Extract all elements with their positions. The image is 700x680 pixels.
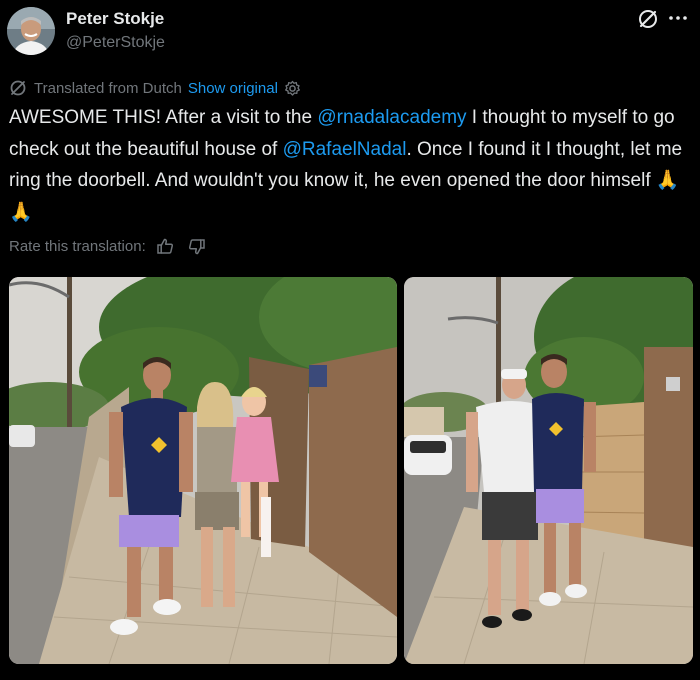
avatar[interactable] [7, 7, 55, 55]
rate-translation-label: Rate this translation: [9, 237, 146, 255]
rate-translation-bar: Rate this translation: [9, 235, 206, 257]
tweet-photo[interactable] [404, 277, 693, 664]
mention-link[interactable]: @RafaelNadal [283, 139, 407, 160]
translate-icon [9, 79, 27, 97]
tweet-header: Peter Stokje @PeterStokje [0, 0, 700, 70]
translation-bar: Translated from Dutch Show original [9, 78, 301, 98]
grok-icon[interactable] [637, 8, 659, 30]
translation-label: Translated from Dutch [34, 79, 182, 97]
tweet-text-part: AWESOME THIS! After a visit to the [9, 107, 318, 128]
mention-link[interactable]: @rnadalacademy [317, 107, 466, 128]
thumbs-down-icon[interactable] [187, 237, 206, 256]
thumbs-up-icon[interactable] [156, 237, 175, 256]
more-options-icon[interactable] [664, 8, 692, 30]
show-original-link[interactable]: Show original [188, 80, 278, 97]
tweet-photo[interactable] [9, 277, 397, 664]
settings-gear-icon[interactable] [284, 80, 301, 97]
display-name[interactable]: Peter Stokje [66, 9, 164, 29]
user-handle[interactable]: @PeterStokje [66, 34, 165, 52]
tweet-text: AWESOME THIS! After a visit to the @rnad… [9, 102, 689, 228]
